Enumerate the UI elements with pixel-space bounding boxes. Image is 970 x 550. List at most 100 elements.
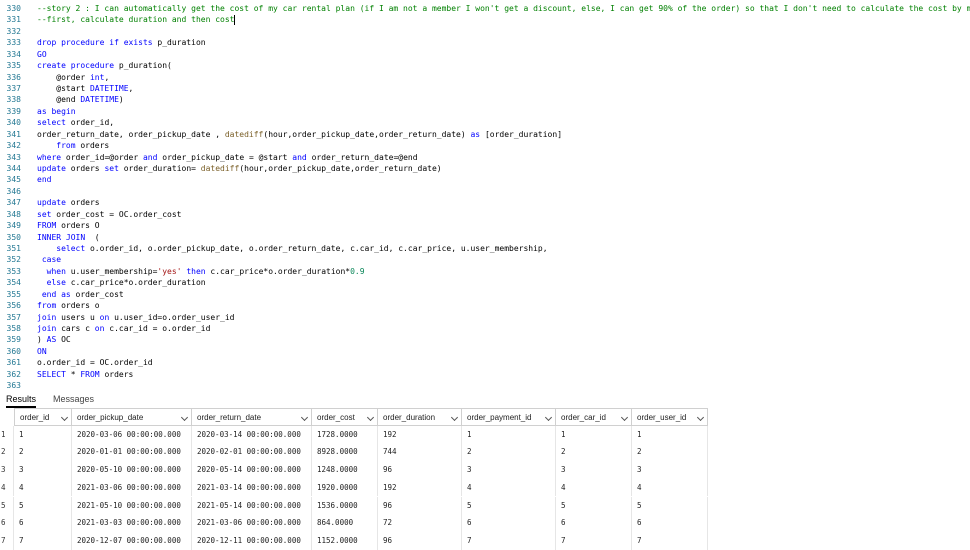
cell-order-cost[interactable]: 1536.0000: [312, 496, 378, 515]
code-line[interactable]: 345 end: [0, 174, 970, 185]
cell-order-id[interactable]: 1: [14, 425, 72, 444]
code-line[interactable]: 337 @start DATETIME,: [0, 83, 970, 94]
cell-order-pickup-date[interactable]: 2021-05-10 00:00:00.000: [72, 496, 192, 515]
cell-order-cost[interactable]: 864.0000: [312, 514, 378, 532]
cell-order-cost[interactable]: 8928.0000: [312, 443, 378, 462]
chevron-down-icon[interactable]: [696, 413, 705, 422]
code-line[interactable]: 334 GO: [0, 49, 970, 60]
tab-messages[interactable]: Messages: [53, 392, 94, 406]
code-line[interactable]: 333 drop procedure if exists p_duration: [0, 37, 970, 48]
cell-order-id[interactable]: 3: [14, 461, 72, 479]
cell-order-id[interactable]: 6: [14, 514, 72, 532]
column-header-order-return-date[interactable]: order_return_date: [192, 408, 312, 426]
column-header-order-payment-id[interactable]: order_payment_id: [462, 408, 556, 426]
code-line[interactable]: 336 @order int,: [0, 72, 970, 83]
code-line[interactable]: 348 set order_cost = OC.order_cost: [0, 209, 970, 220]
code-line[interactable]: 362 SELECT * FROM orders: [0, 369, 970, 380]
table-row[interactable]: 1 1 2020-03-06 00:00:00.000 2020-03-14 00:0…: [0, 425, 715, 444]
code-line[interactable]: 353 when u.user_membership='yes' then c.…: [0, 266, 970, 277]
chevron-down-icon[interactable]: [366, 413, 375, 422]
code-line[interactable]: 341 order_return_date, order_pickup_date …: [0, 129, 970, 140]
chevron-down-icon[interactable]: [620, 413, 629, 422]
cell-order-car-id[interactable]: 1: [556, 425, 632, 444]
cell-order-pickup-date[interactable]: 2021-03-03 00:00:00.000: [72, 514, 192, 532]
code-line[interactable]: 357 join users u on u.user_id=o.order_use…: [0, 312, 970, 323]
cell-order-duration[interactable]: 192: [378, 478, 462, 497]
cell-order-pickup-date[interactable]: 2020-01-01 00:00:00.000: [72, 443, 192, 462]
code-line[interactable]: 347 update orders: [0, 197, 970, 208]
chevron-down-icon[interactable]: [180, 413, 189, 422]
code-line[interactable]: 359) AS OC: [0, 334, 970, 345]
cell-order-user-id[interactable]: 6: [632, 514, 708, 532]
code-line[interactable]: 339 as begin: [0, 106, 970, 117]
code-line[interactable]: 343 where order_id=@order and order_picku…: [0, 152, 970, 163]
column-header-order-car-id[interactable]: order_car_id: [556, 408, 632, 426]
cell-order-pickup-date[interactable]: 2020-03-06 00:00:00.000: [72, 425, 192, 444]
cell-order-return-date[interactable]: 2021-03-14 00:00:00.000: [192, 478, 312, 497]
cell-order-return-date[interactable]: 2020-12-11 00:00:00.000: [192, 531, 312, 550]
code-line[interactable]: 358 join cars c on c.car_id = o.order_id: [0, 323, 970, 334]
cell-order-duration[interactable]: 96: [378, 496, 462, 515]
column-header-order-duration[interactable]: order_duration: [378, 408, 462, 426]
table-row[interactable]: 3 3 2020-05-10 00:00:00.000 2020-05-14 00:0…: [0, 461, 715, 479]
chevron-down-icon[interactable]: [450, 413, 459, 422]
column-header-order-user-id[interactable]: order_user_id: [632, 408, 708, 426]
code-line[interactable]: 363: [0, 380, 970, 388]
cell-order-car-id[interactable]: 2: [556, 443, 632, 462]
cell-order-user-id[interactable]: 5: [632, 496, 708, 515]
code-line[interactable]: 354 else c.car_price*o.order_duration: [0, 277, 970, 288]
column-header-order-cost[interactable]: order_cost: [312, 408, 378, 426]
code-line[interactable]: 349 FROM orders O: [0, 220, 970, 231]
cell-order-return-date[interactable]: 2020-05-14 00:00:00.000: [192, 461, 312, 479]
results-grid[interactable]: order_id order_pickup_date order_return_da…: [0, 408, 715, 550]
code-line[interactable]: 346: [0, 186, 970, 197]
cell-order-return-date[interactable]: 2021-03-06 00:00:00.000: [192, 514, 312, 532]
table-row[interactable]: 5 5 2021-05-10 00:00:00.000 2021-05-14 00:0…: [0, 496, 715, 515]
cell-order-car-id[interactable]: 4: [556, 478, 632, 497]
table-row[interactable]: 4 4 2021-03-06 00:00:00.000 2021-03-14 00:0…: [0, 478, 715, 497]
cell-order-return-date[interactable]: 2020-03-14 00:00:00.000: [192, 425, 312, 444]
cell-order-id[interactable]: 7: [14, 531, 72, 550]
cell-order-pickup-date[interactable]: 2020-12-07 00:00:00.000: [72, 531, 192, 550]
cell-order-payment-id[interactable]: 4: [462, 478, 556, 497]
cell-order-id[interactable]: 5: [14, 496, 72, 515]
code-line[interactable]: 356 from orders o: [0, 300, 970, 311]
code-line[interactable]: 344 update orders set order_duration= dat…: [0, 163, 970, 174]
cell-order-user-id[interactable]: 7: [632, 531, 708, 550]
column-header-order-pickup-date[interactable]: order_pickup_date: [72, 408, 192, 426]
cell-order-cost[interactable]: 1920.0000: [312, 478, 378, 497]
code-line[interactable]: 361 o.order_id = OC.order_id: [0, 357, 970, 368]
cell-order-id[interactable]: 2: [14, 443, 72, 462]
cell-order-duration[interactable]: 96: [378, 461, 462, 479]
chevron-down-icon[interactable]: [544, 413, 553, 422]
code-line[interactable]: 335 create procedure p_duration(: [0, 60, 970, 71]
cell-order-return-date[interactable]: 2021-05-14 00:00:00.000: [192, 496, 312, 515]
cell-order-cost[interactable]: 1248.0000: [312, 461, 378, 479]
cell-order-payment-id[interactable]: 1: [462, 425, 556, 444]
cell-order-pickup-date[interactable]: 2020-05-10 00:00:00.000: [72, 461, 192, 479]
cell-order-user-id[interactable]: 1: [632, 425, 708, 444]
cell-order-payment-id[interactable]: 6: [462, 514, 556, 532]
cell-order-pickup-date[interactable]: 2021-03-06 00:00:00.000: [72, 478, 192, 497]
sql-code-editor[interactable]: 330 --story 2 : I can automatically get t…: [0, 0, 970, 388]
code-line[interactable]: 332: [0, 26, 970, 37]
cell-order-user-id[interactable]: 2: [632, 443, 708, 462]
cell-order-cost[interactable]: 1728.0000: [312, 425, 378, 444]
cell-order-payment-id[interactable]: 5: [462, 496, 556, 515]
code-line[interactable]: 360 ON: [0, 346, 970, 357]
code-line[interactable]: 355 end as order_cost: [0, 289, 970, 300]
cell-order-user-id[interactable]: 3: [632, 461, 708, 479]
cell-order-duration[interactable]: 744: [378, 443, 462, 462]
code-line[interactable]: 352 case: [0, 254, 970, 265]
cell-order-cost[interactable]: 1152.0000: [312, 531, 378, 550]
code-line[interactable]: 342 from orders: [0, 140, 970, 151]
cell-order-car-id[interactable]: 5: [556, 496, 632, 515]
cell-order-user-id[interactable]: 4: [632, 478, 708, 497]
code-line[interactable]: 340 select order_id,: [0, 117, 970, 128]
column-header-order-id[interactable]: order_id: [14, 408, 72, 426]
tab-results[interactable]: Results: [6, 392, 37, 408]
cell-order-payment-id[interactable]: 7: [462, 531, 556, 550]
code-line[interactable]: 350 INNER JOIN (: [0, 232, 970, 243]
cell-order-car-id[interactable]: 6: [556, 514, 632, 532]
code-line[interactable]: 330 --story 2 : I can automatically get t…: [0, 3, 970, 14]
